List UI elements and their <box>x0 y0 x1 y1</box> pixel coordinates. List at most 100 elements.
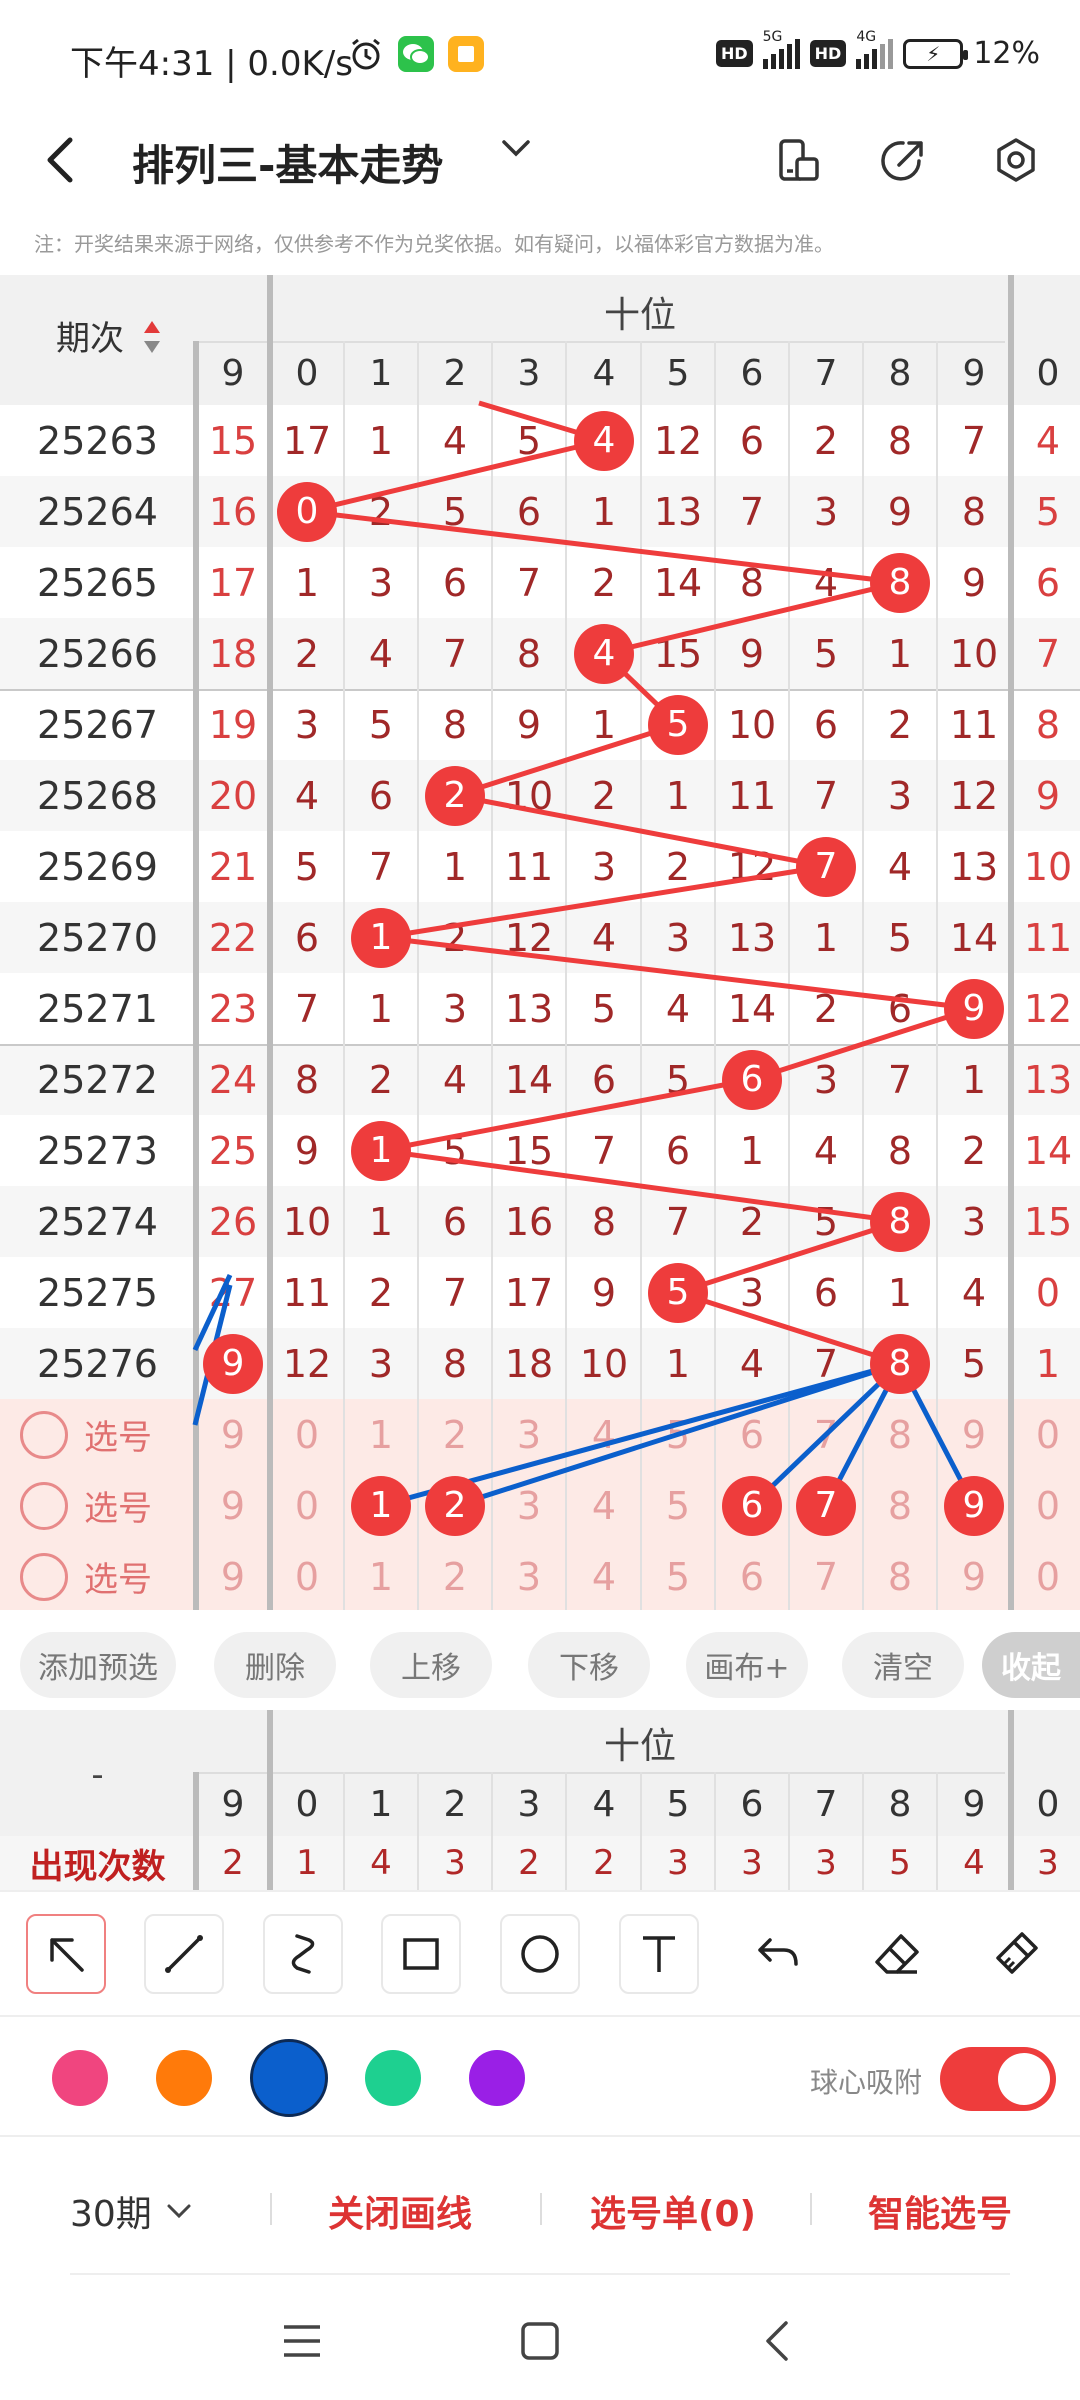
appearance-count-value: 3 <box>667 1843 689 1883</box>
color-blue-swatch-selected[interactable] <box>250 2039 328 2117</box>
selected-ball[interactable]: 2 <box>425 1475 485 1536</box>
settings-button[interactable] <box>984 128 1048 192</box>
hit-ball: 5 <box>648 694 708 755</box>
eraser-button[interactable] <box>857 1914 937 1994</box>
line-tool-button[interactable] <box>144 1914 224 1994</box>
divider <box>540 2193 542 2225</box>
rotate-screen-button[interactable] <box>766 128 830 192</box>
circle-tool-button[interactable] <box>500 1914 580 1994</box>
selected-ball[interactable]: 1 <box>351 1475 411 1536</box>
grid-line <box>193 1772 199 1890</box>
hit-ball: 4 <box>574 623 634 684</box>
back-arrow-icon <box>766 2321 788 2361</box>
add-preselect-button[interactable]: 添加预选 <box>20 1632 176 1698</box>
hit-ball: 5 <box>648 1262 708 1323</box>
stats-table: - 十位 9 0 1 2 3 4 5 6 7 8 9 0 出现次数 2 1 4 3 2 2 3 3 3 5 4 3 <box>0 1710 1080 1890</box>
move-down-button[interactable]: 下移 <box>528 1632 650 1698</box>
signal-4g-icon: 4G <box>856 29 894 69</box>
status-notification-icons <box>348 36 484 72</box>
grid-line <box>788 1772 790 1890</box>
trend-segment <box>677 1290 901 1366</box>
hd-badge: HD <box>715 40 753 67</box>
stats-col-header: 6 <box>740 1783 764 1825</box>
eraser-icon <box>875 1934 919 1974</box>
hd-badge-2: HD <box>809 40 847 67</box>
stats-col-header: 4 <box>592 1783 616 1825</box>
selected-ball[interactable]: 6 <box>722 1475 782 1536</box>
pointer-tool-button[interactable] <box>26 1914 106 1994</box>
trend-segment <box>380 1148 901 1224</box>
selected-ball[interactable]: 7 <box>796 1475 856 1536</box>
undo-button[interactable] <box>738 1914 818 1994</box>
trend-segment <box>603 580 901 656</box>
appearance-count-value: 4 <box>963 1843 985 1883</box>
smart-pick-button[interactable]: 智能选号 <box>868 2185 1012 2237</box>
trend-segment <box>677 1219 901 1295</box>
delete-button[interactable]: 删除 <box>214 1632 336 1698</box>
period-selector[interactable]: 30期 <box>70 2185 194 2237</box>
appearance-count-value: 2 <box>518 1843 540 1883</box>
menu-nav-button[interactable] <box>272 2311 332 2371</box>
trend-segment <box>454 722 679 798</box>
stats-col-header: 1 <box>369 1783 393 1825</box>
trend-lines-overlay <box>192 400 977 1513</box>
selected-ball[interactable]: 9 <box>944 1475 1004 1536</box>
grid-line <box>1008 1710 1014 1890</box>
grid-line <box>417 1772 419 1890</box>
stats-col-header: 8 <box>888 1783 912 1825</box>
move-up-button[interactable]: 上移 <box>370 1632 492 1698</box>
color-picker-bar: 球心吸附 <box>0 2015 1080 2135</box>
hit-ball: 0 <box>277 481 337 542</box>
collapse-button[interactable]: 收起 <box>982 1632 1080 1698</box>
stats-col-header: 2 <box>443 1783 467 1825</box>
rectangle-tool-button[interactable] <box>381 1914 461 1994</box>
hit-ball: 8 <box>870 1333 930 1394</box>
close-lines-button[interactable]: 关闭画线 <box>328 2185 472 2237</box>
status-bar: 下午4:31 | 0.0K/s HD 5G HD 4G ⚡ 12% <box>0 0 1080 110</box>
trend-segment <box>454 793 827 869</box>
title-dropdown-button[interactable] <box>498 130 534 175</box>
clear-button[interactable]: 清空 <box>842 1632 964 1698</box>
color-pink-swatch[interactable] <box>52 2050 108 2106</box>
stats-col-header: 5 <box>666 1783 690 1825</box>
status-right-group: HD 5G HD 4G ⚡ 12% <box>715 29 1040 71</box>
stats-dash: - <box>91 1755 104 1795</box>
page-title[interactable]: 排列三-基本走势 <box>132 132 443 193</box>
back-nav-button[interactable] <box>748 2311 808 2371</box>
appearance-count-value: 5 <box>889 1843 911 1883</box>
grid-line <box>640 1772 642 1890</box>
stats-col-header: 0 <box>1036 1783 1060 1825</box>
hit-ball: 1 <box>351 907 411 968</box>
color-purple-swatch[interactable] <box>469 2050 525 2106</box>
signal-5g-icon: 5G <box>762 29 800 69</box>
canvas-plus-button[interactable]: 画布+ <box>686 1632 808 1698</box>
hit-ball: 9 <box>944 978 1004 1039</box>
back-button[interactable] <box>40 130 80 200</box>
hit-ball: 9 <box>203 1333 263 1394</box>
clear-canvas-button[interactable] <box>976 1914 1056 1994</box>
stats-col-header: 9 <box>962 1783 986 1825</box>
home-nav-button[interactable] <box>510 2311 570 2371</box>
pointer-icon <box>50 1938 84 1972</box>
share-button[interactable] <box>872 128 936 192</box>
selection-list-button[interactable]: 选号单(0) <box>590 2185 756 2237</box>
divider <box>270 2193 272 2225</box>
back-arrow-icon <box>47 137 73 183</box>
color-green-swatch[interactable] <box>365 2050 421 2106</box>
top-bar: 排列三-基本走势 <box>0 110 1080 230</box>
wechat-icon <box>398 36 434 72</box>
circle-icon <box>521 1935 559 1973</box>
grid-line <box>714 1772 716 1890</box>
line-icon <box>165 1935 203 1973</box>
text-tool-button[interactable] <box>619 1914 699 1994</box>
menu-icon <box>284 2325 320 2357</box>
color-orange-swatch[interactable] <box>156 2050 212 2106</box>
ball-center-snap-toggle[interactable] <box>940 2047 1056 2111</box>
grid-line <box>862 1772 864 1890</box>
grid-line <box>936 1772 938 1890</box>
grid-line <box>565 1772 567 1890</box>
trend-segment <box>306 509 901 585</box>
appearance-count-value: 3 <box>815 1843 837 1883</box>
hit-ball: 4 <box>574 410 634 471</box>
curve-tool-button[interactable] <box>263 1914 343 1994</box>
